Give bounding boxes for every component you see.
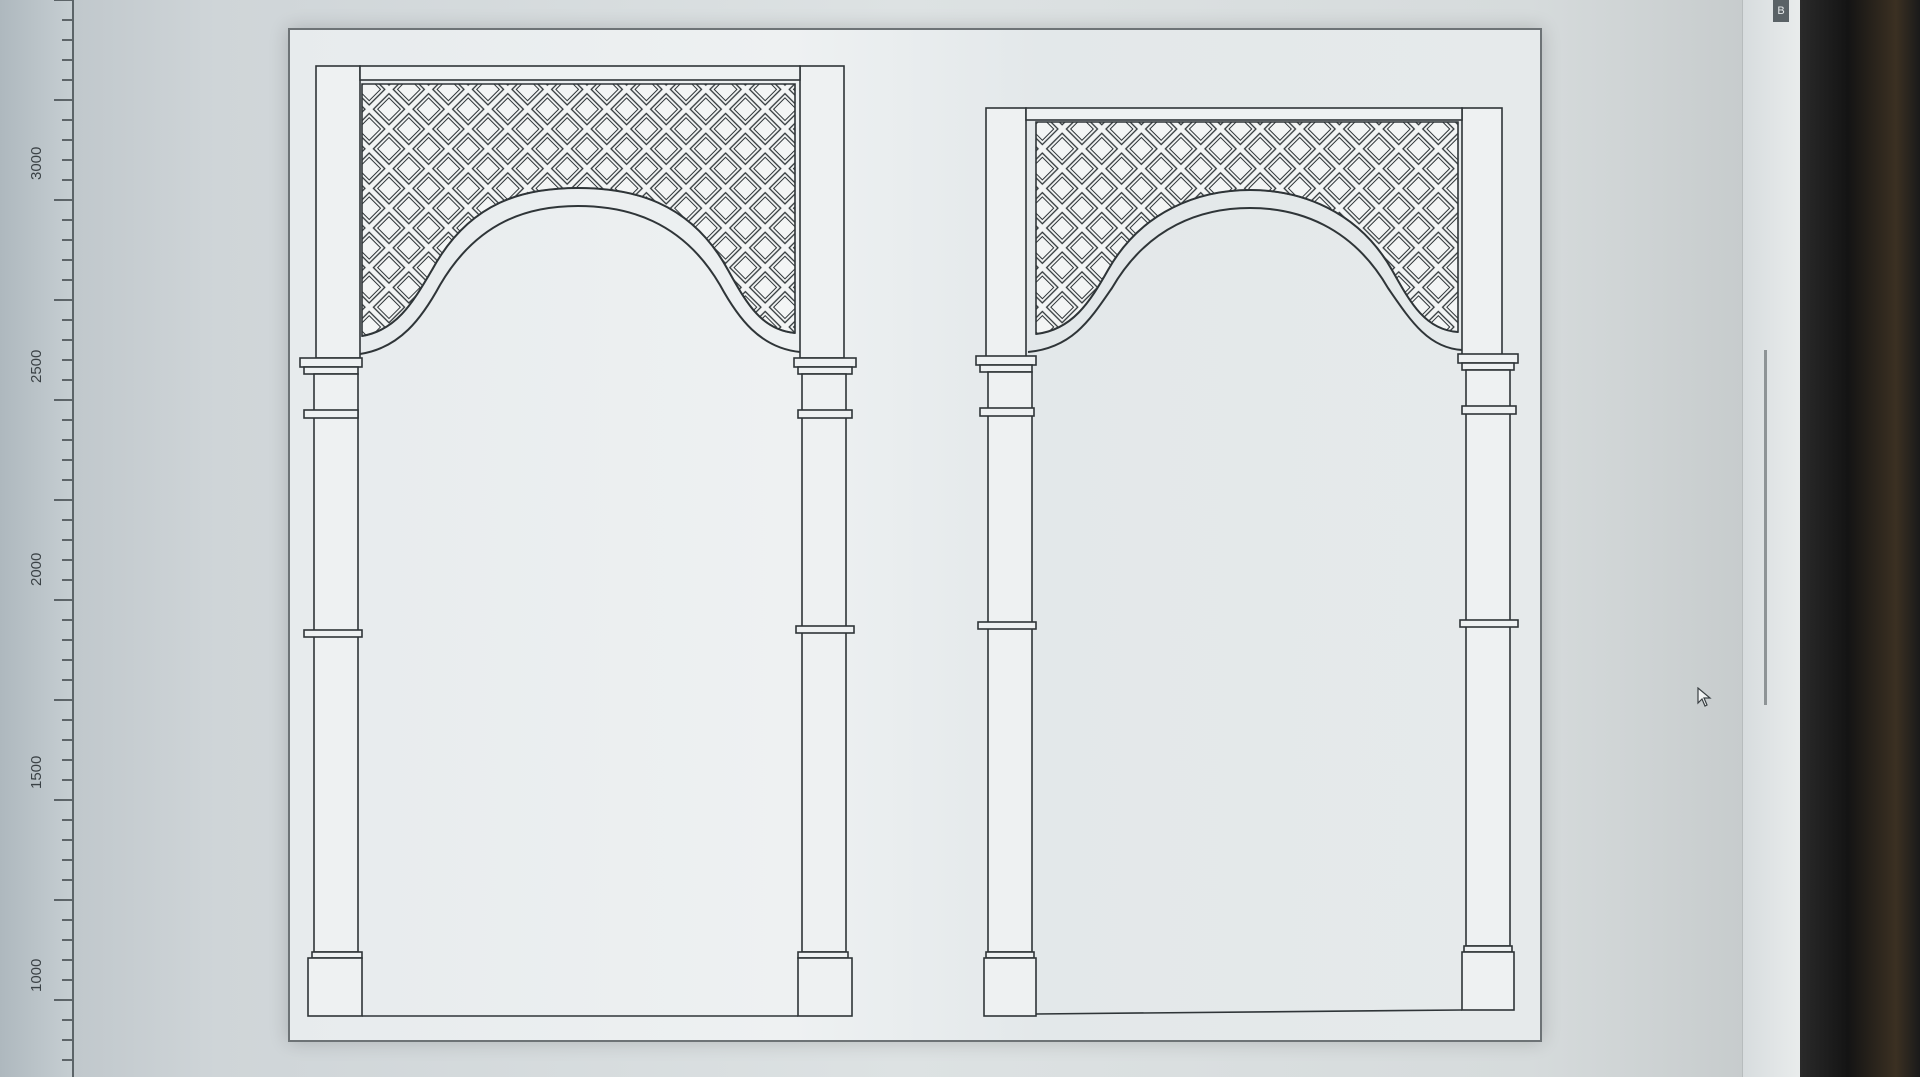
ruler-label-2000: 2000	[28, 552, 45, 586]
right-arch[interactable]	[975, 107, 1519, 1017]
corner-badge[interactable]: B	[1773, 0, 1789, 22]
drawing-sheet[interactable]	[288, 28, 1542, 1042]
left-arch-right-base	[797, 957, 853, 1017]
right-arch-right-base	[1461, 951, 1515, 1011]
left-arch-left-base	[307, 957, 363, 1017]
left-arch-right-pier-top	[799, 65, 845, 359]
right-arch-lintel	[1025, 107, 1463, 121]
left-arch-left-pier-top	[315, 65, 361, 359]
left-arch[interactable]	[299, 65, 857, 1017]
right-arch-right-pier-top	[1461, 107, 1503, 359]
right-arch-right-column	[1465, 369, 1511, 947]
arch-drawing[interactable]	[290, 30, 1540, 1040]
vertical-scrollbar[interactable]	[1764, 350, 1767, 705]
left-arch-left-column	[313, 373, 359, 953]
left-arch-right-column	[801, 373, 847, 953]
ruler-label-3000: 3000	[28, 146, 45, 180]
right-arch-left-pier-top	[985, 107, 1027, 359]
right-arch-left-column	[987, 371, 1033, 953]
right-arch-lattice	[1035, 121, 1459, 335]
ruler-label-2500: 2500	[28, 349, 45, 383]
ruler-label-1500: 1500	[28, 755, 45, 789]
screen: 3000 2500 2000 1500 1000 B	[0, 0, 1801, 1077]
vertical-ruler[interactable]: 3000 2500 2000 1500 1000	[0, 0, 74, 1077]
monitor-bezel	[1800, 0, 1920, 1077]
ruler-label-1000: 1000	[28, 958, 45, 992]
left-arch-lattice	[361, 83, 796, 337]
right-panel-edge: B	[1742, 0, 1801, 1077]
arrow-cursor-icon	[1697, 687, 1712, 707]
right-arch-left-base	[983, 957, 1037, 1017]
left-arch-lintel	[359, 65, 801, 81]
